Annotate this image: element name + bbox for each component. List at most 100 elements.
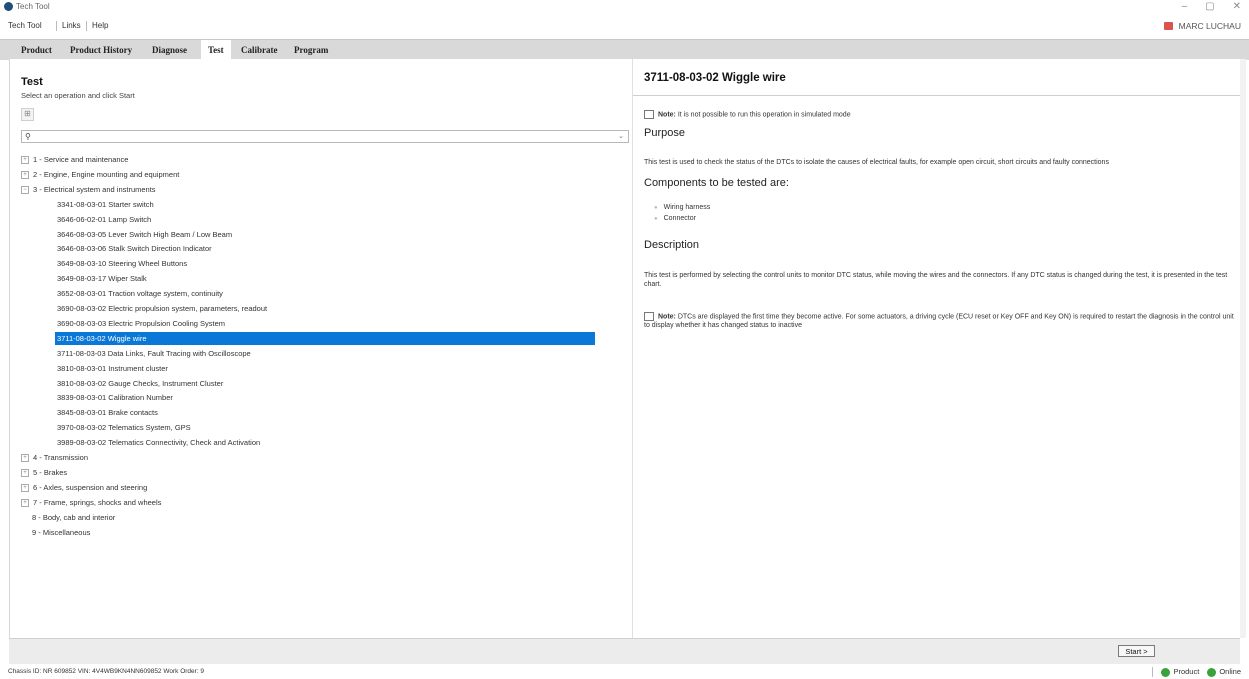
tree-category[interactable]: +4 - Transmission — [21, 451, 88, 464]
expand-icon[interactable]: + — [21, 156, 29, 165]
tree-operation[interactable]: 3711-08-03-02 Wiggle wire — [55, 331, 595, 345]
component-item: Wiring harness — [654, 204, 711, 211]
purpose-text: This test is used to check the status of… — [644, 159, 1109, 166]
online-status: Online — [1207, 667, 1241, 677]
expand-icon[interactable]: + — [21, 483, 29, 492]
search-icon: ⚲ — [25, 132, 31, 141]
tab-calibrate[interactable]: Calibrate — [234, 40, 285, 60]
tree-category[interactable]: +2 - Engine, Engine mounting and equipme… — [21, 168, 179, 181]
check-icon — [1161, 667, 1171, 677]
tree-label: 3649-08-03-10 Steering Wheel Buttons — [57, 259, 188, 269]
tree-category[interactable]: 8 - Body, cab and interior — [32, 511, 115, 524]
check-icon — [1207, 667, 1217, 677]
tree-operation[interactable]: 3646-08-03-06 Stalk Switch Direction Ind… — [57, 242, 212, 255]
tree-category[interactable]: 9 - Miscellaneous — [32, 526, 90, 539]
purpose-heading: Purpose — [644, 127, 685, 139]
tree-label: 3 - Electrical system and instruments — [33, 184, 156, 194]
expand-icon[interactable]: + — [21, 454, 29, 463]
details-panel: 3711-08-03-02 Wiggle wire Note: It is no… — [633, 59, 1240, 638]
tree-label: 7 - Frame, springs, shocks and wheels — [33, 497, 162, 507]
expand-all-button[interactable]: ⊞ — [21, 108, 34, 121]
user-name: MARC LUCHAU — [1178, 21, 1241, 31]
tree-label: 3711-08-03-03 Data Links, Fault Tracing … — [57, 348, 251, 358]
menu-tech-tool[interactable]: Tech Tool — [8, 21, 42, 30]
components-heading: Components to be tested are: — [644, 177, 789, 189]
tree-operation[interactable]: 3711-08-03-03 Data Links, Fault Tracing … — [57, 347, 251, 360]
panel-subtitle: Select an operation and click Start — [21, 91, 135, 100]
search-input[interactable]: ⚲ ⌄ — [21, 130, 629, 143]
maximize-button[interactable]: ▢ — [1205, 1, 1214, 12]
app-logo-icon — [4, 2, 13, 11]
tree-label: 3646-06-02-01 Lamp Switch — [57, 214, 152, 224]
tree-operation[interactable]: 3341-08-03-01 Starter switch — [57, 198, 154, 211]
tab-diagnose[interactable]: Diagnose — [145, 40, 194, 60]
vertical-scrollbar[interactable] — [1240, 59, 1246, 638]
user-info[interactable]: MARC LUCHAU — [1163, 21, 1241, 31]
expand-icon[interactable]: + — [21, 170, 29, 179]
tree-operation[interactable]: 3810-08-03-01 Instrument cluster — [57, 362, 168, 375]
tree-operation[interactable]: 3649-08-03-17 Wiper Stalk — [57, 272, 147, 285]
tree-operation[interactable]: 3690-08-03-02 Electric propulsion system… — [57, 302, 267, 315]
tree-operation[interactable]: 3652-08-03-01 Traction voltage system, c… — [57, 287, 223, 300]
start-button[interactable]: Start > — [1118, 645, 1155, 657]
tree-label: 3646-08-03-05 Lever Switch High Beam / L… — [57, 229, 233, 239]
actuator-note: Note: DTCs are displayed the first time … — [644, 312, 1234, 330]
tree-label: 5 - Brakes — [33, 467, 68, 477]
title-bar: Tech Tool – ▢ ✕ — [0, 0, 1249, 14]
tree-label: 9 - Miscellaneous — [32, 527, 91, 537]
chevron-down-icon[interactable]: ⌄ — [618, 132, 624, 140]
component-item: Connector — [654, 215, 696, 222]
tab-product[interactable]: Product — [14, 40, 59, 60]
tree-operation[interactable]: 3970-08-03-02 Telematics System, GPS — [57, 421, 191, 434]
tree-label: 3989-08-03-02 Telematics Connectivity, C… — [57, 438, 261, 448]
close-button[interactable]: ✕ — [1233, 1, 1241, 12]
vehicle-info: Chassis ID: NR 609852 VIN: 4V4WB9KN4NN60… — [8, 668, 205, 675]
action-bar: Start > — [9, 638, 1240, 664]
collapse-icon[interactable]: − — [21, 185, 29, 194]
user-icon — [1163, 22, 1173, 30]
menu-separator — [86, 21, 87, 31]
minimize-button[interactable]: – — [1182, 1, 1188, 12]
tree-operation[interactable]: 3646-06-02-01 Lamp Switch — [57, 213, 151, 226]
tree-operation[interactable]: 3989-08-03-02 Telematics Connectivity, C… — [57, 436, 260, 449]
tree-label: 3711-08-03-02 Wiggle wire — [57, 333, 147, 343]
tree-category[interactable]: +6 - Axles, suspension and steering — [21, 481, 147, 494]
tree-label: 3690-08-03-03 Electric Propulsion Coolin… — [57, 318, 226, 328]
main-tabs: Product Product History Diagnose Test Ca… — [0, 39, 1249, 60]
tree-label: 8 - Body, cab and interior — [32, 512, 116, 522]
menu-bar: Tech Tool Links Help MARC LUCHAU — [0, 14, 1249, 39]
tree-category[interactable]: +5 - Brakes — [21, 466, 67, 479]
tree-label: 3970-08-03-02 Telematics System, GPS — [57, 423, 191, 433]
operation-title: 3711-08-03-02 Wiggle wire — [644, 72, 786, 84]
menu-links[interactable]: Links — [62, 21, 81, 30]
tree-category[interactable]: +1 - Service and maintenance — [21, 153, 128, 166]
title-divider — [633, 95, 1240, 96]
tab-product-history[interactable]: Product History — [63, 40, 139, 60]
menu-help[interactable]: Help — [92, 21, 108, 30]
simulation-note: Note: It is not possible to run this ope… — [644, 110, 851, 119]
note-icon — [644, 110, 654, 119]
expand-icon[interactable]: + — [21, 498, 29, 507]
note-text: DTCs are displayed the first time they b… — [644, 313, 1234, 330]
tree-label: 2 - Engine, Engine mounting and equipmen… — [33, 169, 180, 179]
tree-operation[interactable]: 3649-08-03-10 Steering Wheel Buttons — [57, 257, 187, 270]
tree-category[interactable]: −3 - Electrical system and instruments — [21, 183, 156, 196]
tree-operation[interactable]: 3845-08-03-01 Brake contacts — [57, 406, 158, 419]
tree-category[interactable]: +7 - Frame, springs, shocks and wheels — [21, 496, 161, 509]
tab-program[interactable]: Program — [287, 40, 335, 60]
menu-separator — [56, 21, 57, 31]
note-icon — [644, 312, 654, 321]
tree-operation[interactable]: 3839-08-03-01 Calibration Number — [57, 391, 173, 404]
tab-test[interactable]: Test — [201, 40, 231, 60]
tree-label: 6 - Axles, suspension and steering — [33, 482, 148, 492]
tree-operation[interactable]: 3646-08-03-05 Lever Switch High Beam / L… — [57, 228, 232, 241]
tree-operation[interactable]: 3690-08-03-03 Electric Propulsion Coolin… — [57, 317, 225, 330]
expand-icon[interactable]: + — [21, 468, 29, 477]
tree-operation[interactable]: 3810-08-03-02 Gauge Checks, Instrument C… — [57, 377, 223, 390]
description-text: This test is performed by selecting the … — [644, 272, 1228, 288]
note-text: It is not possible to run this operation… — [675, 111, 851, 119]
product-status: Product — [1161, 667, 1199, 677]
status-bar: Chassis ID: NR 609852 VIN: 4V4WB9KN4NN60… — [0, 666, 1249, 679]
tree-label: 3845-08-03-01 Brake contacts — [57, 408, 158, 418]
tree-label: 3646-08-03-06 Stalk Switch Direction Ind… — [57, 244, 212, 254]
